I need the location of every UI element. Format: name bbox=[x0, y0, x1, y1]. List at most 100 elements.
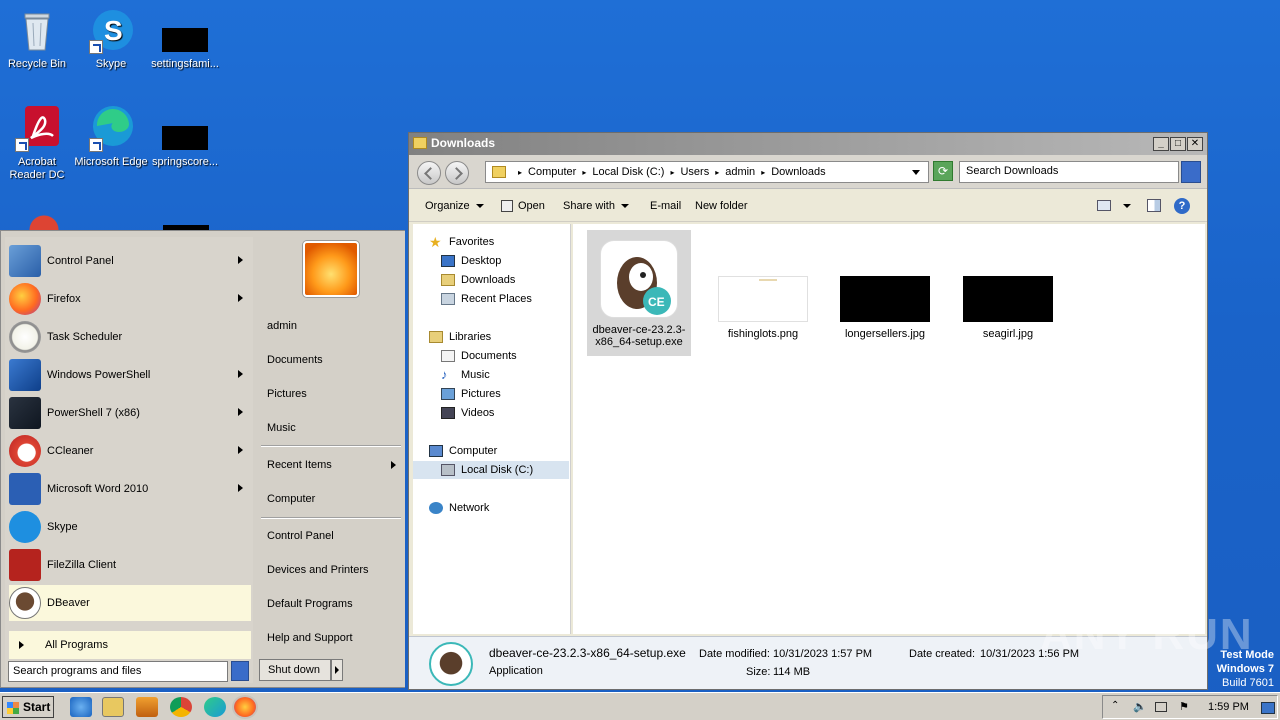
volume-icon[interactable]: 🔈 bbox=[1133, 700, 1147, 713]
nav-label: Downloads bbox=[461, 274, 516, 286]
window-titlebar[interactable]: Downloads _ □ ✕ bbox=[409, 133, 1207, 155]
desktop-icon-label: settingsfami... bbox=[151, 58, 219, 70]
search-icon[interactable] bbox=[1181, 161, 1201, 183]
breadcrumb-users[interactable]: Users bbox=[680, 166, 709, 178]
new-folder-button[interactable]: New folder bbox=[695, 200, 748, 212]
nav-videos[interactable]: Videos bbox=[441, 404, 494, 422]
clock[interactable]: 1:59 PM bbox=[1208, 701, 1249, 713]
taskbar: Start ⌃ 🔈 ⚑ 1:59 PM bbox=[0, 692, 1280, 720]
chrome-icon[interactable] bbox=[170, 697, 192, 717]
all-programs-button[interactable]: All Programs bbox=[9, 631, 251, 659]
desktop-icon-skype[interactable]: S Skype bbox=[74, 6, 148, 71]
address-input[interactable]: ▸ Computer ▸ Local Disk (C:) ▸ Users ▸ a… bbox=[485, 161, 929, 183]
edge-icon[interactable] bbox=[204, 697, 226, 717]
search-input[interactable]: Search Downloads bbox=[959, 161, 1179, 183]
back-button[interactable] bbox=[417, 161, 441, 185]
start-item-filezilla[interactable]: FileZilla Client bbox=[9, 547, 251, 583]
desktop-icon-settingsfami[interactable]: settingsfami... bbox=[148, 6, 222, 71]
maximize-button[interactable]: □ bbox=[1170, 137, 1186, 151]
nav-libraries[interactable]: Libraries bbox=[429, 328, 491, 346]
help-icon[interactable]: ? bbox=[1174, 198, 1190, 214]
start-item-word[interactable]: Microsoft Word 2010 bbox=[9, 471, 251, 507]
start-link-recent-items[interactable]: Recent Items bbox=[267, 459, 332, 471]
start-link-user[interactable]: admin bbox=[267, 320, 297, 332]
start-link-devices-printers[interactable]: Devices and Printers bbox=[267, 564, 369, 576]
desktop-icon-recycle-bin[interactable]: Recycle Bin bbox=[0, 6, 74, 71]
chevron-up-icon[interactable]: ⌃ bbox=[1111, 700, 1119, 711]
start-link-control-panel[interactable]: Control Panel bbox=[267, 530, 334, 542]
nav-favorites[interactable]: ★ Favorites bbox=[429, 233, 494, 251]
skype-icon bbox=[9, 511, 41, 543]
start-link-help[interactable]: Help and Support bbox=[267, 632, 353, 644]
file-item-fishinglots[interactable]: fishinglots.png bbox=[711, 276, 815, 340]
nav-desktop[interactable]: Desktop bbox=[441, 252, 501, 270]
chevron-down-icon[interactable] bbox=[1123, 204, 1131, 208]
breadcrumb-admin[interactable]: admin bbox=[725, 166, 755, 178]
forward-button[interactable] bbox=[445, 161, 469, 185]
nav-music[interactable]: ♪ Music bbox=[441, 366, 490, 384]
start-link-default-programs[interactable]: Default Programs bbox=[267, 598, 353, 610]
show-desktop-icon[interactable] bbox=[1261, 702, 1275, 714]
chevron-down-icon[interactable] bbox=[912, 170, 920, 175]
desktop-icon-springscore[interactable]: springscore... bbox=[148, 104, 222, 169]
test-mode-line1: Test Mode bbox=[1220, 649, 1274, 661]
breadcrumb-local-disk[interactable]: Local Disk (C:) bbox=[592, 166, 664, 178]
preview-pane-icon[interactable] bbox=[1147, 199, 1161, 212]
breadcrumb-computer[interactable]: Computer bbox=[528, 166, 576, 178]
image-thumb-icon bbox=[840, 276, 930, 322]
start-item-ccleaner[interactable]: CCleaner bbox=[9, 433, 251, 469]
test-mode-line2: Windows 7 bbox=[1216, 663, 1274, 675]
ie-icon[interactable] bbox=[70, 697, 92, 717]
start-item-powershell7[interactable]: PowerShell 7 (x86) bbox=[9, 395, 251, 431]
shutdown-options-button[interactable] bbox=[331, 659, 343, 681]
refresh-button[interactable]: ⟳ bbox=[933, 161, 953, 181]
start-link-music[interactable]: Music bbox=[267, 422, 296, 434]
start-item-task-scheduler[interactable]: Task Scheduler bbox=[9, 319, 251, 355]
desktop-icon-ccleaner-partial[interactable] bbox=[20, 204, 60, 230]
breadcrumb-downloads[interactable]: Downloads bbox=[771, 166, 825, 178]
open-button[interactable]: Open bbox=[501, 200, 545, 213]
shutdown-button[interactable]: Shut down bbox=[259, 659, 331, 681]
start-item-firefox[interactable]: Firefox bbox=[9, 281, 251, 317]
minimize-button[interactable]: _ bbox=[1153, 137, 1169, 151]
start-link-documents[interactable]: Documents bbox=[267, 354, 323, 366]
nav-computer[interactable]: Computer bbox=[429, 442, 497, 460]
network-icon[interactable] bbox=[1155, 702, 1167, 712]
share-with-button[interactable]: Share with bbox=[563, 200, 629, 212]
view-icon[interactable] bbox=[1097, 200, 1111, 211]
start-item-skype[interactable]: Skype bbox=[9, 509, 251, 545]
start-menu: Control Panel Firefox Task Scheduler Win… bbox=[0, 230, 405, 688]
desktop-icon-acrobat[interactable]: Acrobat Reader DC bbox=[0, 104, 74, 182]
start-link-computer[interactable]: Computer bbox=[267, 493, 315, 505]
start-item-control-panel[interactable]: Control Panel bbox=[9, 243, 251, 279]
firefox-icon[interactable] bbox=[234, 697, 256, 717]
nav-local-disk[interactable]: Local Disk (C:) bbox=[413, 461, 569, 479]
flag-icon[interactable]: ⚑ bbox=[1179, 700, 1189, 713]
start-item-windows-powershell[interactable]: Windows PowerShell bbox=[9, 357, 251, 393]
nav-documents[interactable]: Documents bbox=[441, 347, 517, 365]
start-search-input[interactable]: Search programs and files bbox=[8, 661, 228, 682]
nav-downloads[interactable]: Downloads bbox=[441, 271, 515, 289]
avatar[interactable] bbox=[303, 241, 359, 297]
desktop-icon-edge[interactable]: Microsoft Edge bbox=[74, 104, 148, 169]
start-menu-places: admin Documents Pictures Music Recent It… bbox=[257, 231, 405, 687]
file-item-seagirl[interactable]: seagirl.jpg bbox=[956, 276, 1060, 340]
media-player-icon[interactable] bbox=[136, 697, 158, 717]
close-button[interactable]: ✕ bbox=[1187, 137, 1203, 151]
start-button[interactable]: Start bbox=[2, 696, 54, 718]
file-item-longersellers[interactable]: longersellers.jpg bbox=[833, 276, 937, 340]
explorer-icon[interactable] bbox=[102, 697, 124, 717]
email-button[interactable]: E-mail bbox=[650, 200, 681, 212]
start-link-pictures[interactable]: Pictures bbox=[267, 388, 307, 400]
file-list: CE dbeaver-ce-23.2.3-x86_64-setup.exe fi… bbox=[573, 224, 1205, 634]
nav-recent-places[interactable]: Recent Places bbox=[441, 290, 532, 308]
nav-pictures[interactable]: Pictures bbox=[441, 385, 501, 403]
window-title: Downloads bbox=[431, 136, 496, 150]
search-icon[interactable] bbox=[231, 661, 249, 681]
start-item-dbeaver[interactable]: DBeaver bbox=[9, 585, 251, 621]
file-item-dbeaver[interactable]: CE dbeaver-ce-23.2.3-x86_64-setup.exe bbox=[587, 230, 691, 356]
nav-network[interactable]: Network bbox=[429, 499, 489, 517]
start-item-label: CCleaner bbox=[47, 445, 94, 457]
organize-button[interactable]: Organize bbox=[425, 200, 484, 212]
open-icon bbox=[501, 200, 513, 213]
